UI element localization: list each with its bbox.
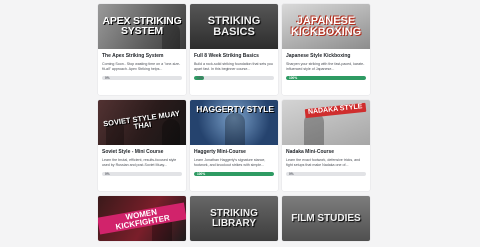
progress-bar: 0% bbox=[102, 75, 182, 80]
progress-bar: 13% bbox=[194, 75, 274, 80]
course-thumbnail[interactable]: Apex Striking System bbox=[98, 4, 186, 49]
course-card[interactable]: Apex Striking System The Apex Striking S… bbox=[98, 4, 186, 95]
course-description: Sharpen your striking with the fast-pace… bbox=[286, 62, 365, 71]
thumbnail-title: Apex Striking System bbox=[102, 14, 182, 37]
progress-label: 13% bbox=[197, 75, 204, 80]
course-thumbnail[interactable]: Film Studies bbox=[282, 196, 370, 241]
progress-label: 0% bbox=[289, 171, 294, 176]
thumbnail-title: Japanese Kickboxing bbox=[290, 15, 362, 38]
course-description: Learn the exact footwork, defensive tric… bbox=[286, 158, 361, 167]
thumbnail-title: Women Kickfighter bbox=[98, 202, 186, 235]
course-grid: Apex Striking System The Apex Striking S… bbox=[98, 4, 370, 241]
course-card[interactable]: Film Studies bbox=[282, 196, 370, 241]
thumbnail-title: Striking Library bbox=[210, 208, 258, 229]
progress-bar: 0% bbox=[286, 171, 366, 176]
course-title[interactable]: Soviet Style - Mini Course bbox=[102, 149, 182, 155]
course-thumbnail[interactable]: Soviet Style Muay Thai bbox=[98, 100, 186, 145]
course-title[interactable]: Haggerty Mini-Course bbox=[194, 149, 274, 155]
course-thumbnail[interactable]: Striking Library bbox=[190, 196, 278, 241]
course-description: Learn Jonathan Haggerty's signature stan… bbox=[194, 158, 266, 167]
course-card[interactable]: Soviet Style Muay Thai Soviet Style - Mi… bbox=[98, 100, 186, 191]
course-thumbnail[interactable]: Women Kickfighter bbox=[98, 196, 186, 241]
thumbnail-title: Haggerty Style bbox=[196, 104, 274, 114]
thumbnail-title: Striking Basics bbox=[207, 15, 261, 38]
progress-bar: 100% bbox=[194, 171, 274, 176]
progress-label: 100% bbox=[289, 75, 298, 80]
progress-bar: 0% bbox=[102, 171, 182, 176]
course-card[interactable]: Haggerty Style Haggerty Mini-Course Lear… bbox=[190, 100, 278, 191]
course-card[interactable]: Women Kickfighter bbox=[98, 196, 186, 241]
course-description: Coming Soon.. Stop wasting time on a "on… bbox=[102, 62, 181, 71]
course-description: Learn the brutal, efficient, results-foc… bbox=[102, 158, 177, 167]
course-card[interactable]: Nadaka Style Nadaka Mini-Course Learn th… bbox=[282, 100, 370, 191]
course-card[interactable]: Japanese Kickboxing Japanese Style Kickb… bbox=[282, 4, 370, 95]
course-title[interactable]: Nadaka Mini-Course bbox=[286, 149, 366, 155]
course-thumbnail[interactable]: Nadaka Style bbox=[282, 100, 370, 145]
course-title[interactable]: The Apex Striking System bbox=[102, 53, 182, 59]
progress-label: 100% bbox=[197, 171, 206, 176]
course-card[interactable]: Striking Library bbox=[190, 196, 278, 241]
progress-label: 0% bbox=[105, 75, 110, 80]
course-thumbnail[interactable]: Striking Basics bbox=[190, 4, 278, 49]
progress-fill bbox=[194, 171, 274, 176]
progress-bar: 100% bbox=[286, 75, 366, 80]
course-title[interactable]: Japanese Style Kickboxing bbox=[286, 53, 366, 59]
thumbnail-title: Nadaka Style bbox=[305, 102, 367, 118]
course-thumbnail[interactable]: Haggerty Style bbox=[190, 100, 278, 145]
course-title[interactable]: Full 8 Week Striking Basics bbox=[194, 53, 274, 59]
course-card[interactable]: Striking Basics Full 8 Week Striking Bas… bbox=[190, 4, 278, 95]
course-description: Build a rock-solid striking foundation t… bbox=[194, 62, 273, 71]
fighter-silhouette bbox=[304, 113, 324, 145]
course-thumbnail[interactable]: Japanese Kickboxing bbox=[282, 4, 370, 49]
fighter-silhouette bbox=[225, 113, 245, 145]
progress-label: 0% bbox=[105, 171, 110, 176]
thumbnail-title: Film Studies bbox=[291, 212, 361, 224]
progress-fill bbox=[286, 75, 366, 80]
